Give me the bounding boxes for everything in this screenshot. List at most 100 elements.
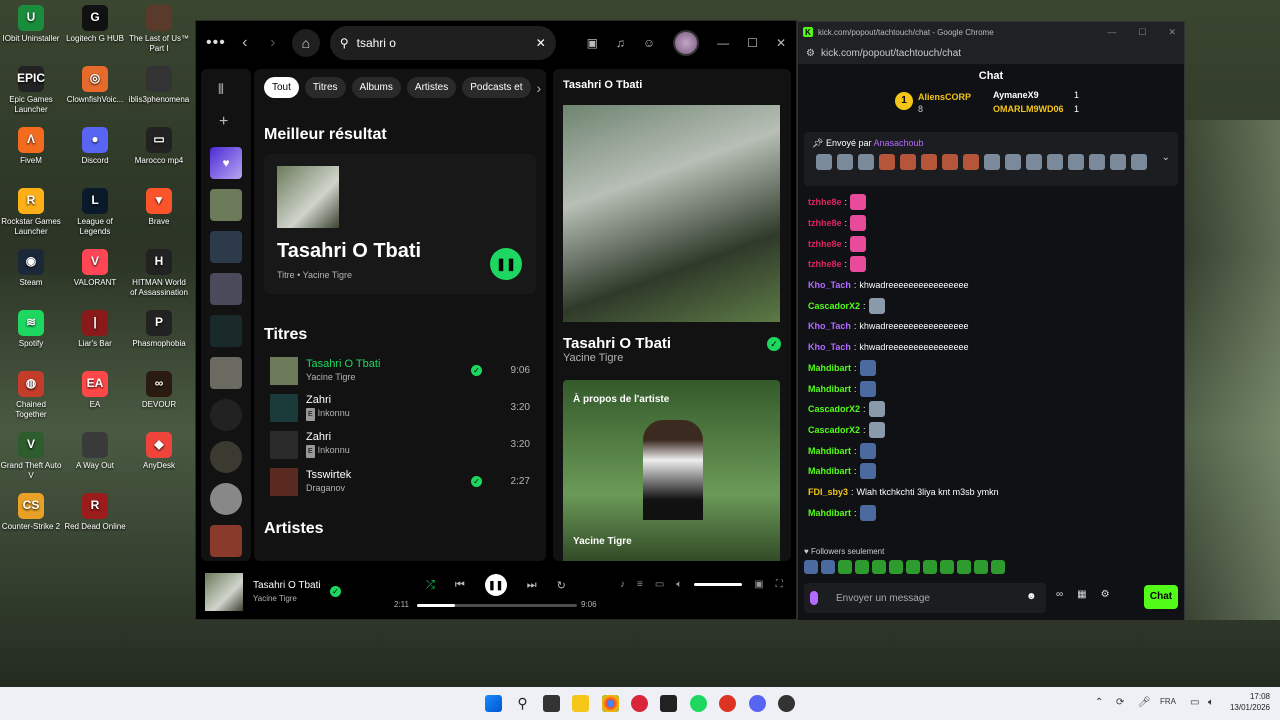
filter-chip[interactable]: Podcasts et (462, 77, 531, 98)
player-artist[interactable]: Yacine Tigre (253, 594, 297, 603)
track-row[interactable]: Tasahri O Tbati Yacine Tigre ✓ 9:06 (254, 352, 546, 389)
file-explorer-icon[interactable] (572, 695, 589, 712)
tools-icon[interactable]: ∞ (1056, 589, 1063, 600)
chat-username[interactable]: Mahdibart (808, 384, 851, 394)
chat-username[interactable]: FDI_sby3 (808, 487, 848, 497)
desktop-icon[interactable]: L League of Legends (64, 188, 126, 236)
desktop-icon[interactable]: H HITMAN World of Assassination (128, 249, 190, 297)
player-title[interactable]: Tasahri O Tbati (253, 580, 321, 591)
plus-icon[interactable]: + (219, 113, 228, 131)
language-indicator[interactable]: FRA (1160, 697, 1176, 706)
app-icon[interactable] (660, 695, 677, 712)
desktop-icon[interactable]: ≋ Spotify (0, 310, 62, 349)
bell-icon[interactable]: ♫ (616, 36, 625, 50)
library-item[interactable] (210, 231, 242, 263)
emote-icon[interactable] (889, 560, 903, 574)
desktop-icon[interactable]: ● Discord (64, 127, 126, 166)
app-icon[interactable] (719, 695, 736, 712)
connect-device-icon[interactable]: ▭ (655, 579, 664, 590)
minimize-icon[interactable]: — (1107, 27, 1116, 38)
next-icon[interactable]: ⏭ (527, 579, 537, 592)
chat-username[interactable]: Mahdibart (808, 466, 851, 476)
desktop-icon[interactable]: CS Counter-Strike 2 (0, 493, 62, 532)
desktop-icon[interactable]: ◍ Chained Together (0, 371, 62, 419)
library-item[interactable] (210, 189, 242, 221)
desktop-icon[interactable]: ▭ Marocco mp4 (128, 127, 190, 166)
chat-username[interactable]: CascadorX2 (808, 425, 860, 435)
queue-icon[interactable]: ≡ (637, 579, 643, 590)
forward-arrow-icon[interactable]: › (264, 34, 282, 52)
desktop-icon[interactable]: G Logitech G HUB (64, 5, 126, 44)
chevron-down-icon[interactable]: ⌄ (1162, 152, 1170, 163)
filter-chip[interactable]: Tout (264, 77, 299, 98)
now-playing-artist[interactable]: Yacine Tigre (563, 352, 781, 364)
filter-chip[interactable]: Artistes (406, 77, 457, 98)
chat-username[interactable]: tzhhe8e (808, 218, 842, 228)
chat-username[interactable]: Kho_Tach (808, 321, 851, 331)
fullscreen-icon[interactable]: ⛶ (776, 579, 783, 590)
emote-icon[interactable] (804, 560, 818, 574)
chrome-icon[interactable] (602, 695, 619, 712)
filter-chip[interactable]: Titres (304, 77, 346, 98)
close-icon[interactable]: ✕ (1168, 27, 1176, 38)
desktop-icon[interactable]: EA EA (64, 371, 126, 410)
search-icon[interactable]: ⚲ (514, 695, 531, 712)
library-icon[interactable]: ⫴ (218, 81, 224, 98)
chat-username[interactable]: tzhhe8e (808, 197, 842, 207)
chat-username[interactable]: CascadorX2 (808, 301, 860, 311)
progress-bar[interactable] (417, 604, 577, 607)
leader-first[interactable]: AliensCORP (918, 92, 971, 102)
emote-icon[interactable] (991, 560, 1005, 574)
chat-username[interactable]: Mahdibart (808, 508, 851, 518)
desktop-icon[interactable]: U IObit Uninstaller (0, 5, 62, 44)
chat-username[interactable]: Kho_Tach (808, 342, 851, 352)
spotify-icon[interactable] (690, 695, 707, 712)
emote-icon[interactable] (872, 560, 886, 574)
sync-icon[interactable]: ⟳ (1116, 697, 1124, 708)
chat-username[interactable]: Mahdibart (808, 446, 851, 456)
player-saved-icon[interactable]: ✓ (330, 586, 341, 597)
emoji-icon[interactable]: ☻ (1026, 591, 1037, 602)
desktop-icon[interactable]: A Way Out (64, 432, 126, 471)
desktop-icon[interactable]: Λ FiveM (0, 127, 62, 166)
avatar[interactable] (673, 30, 700, 56)
player-pause-button[interactable]: ❚❚ (484, 574, 507, 596)
track-row[interactable]: Zahri E Inkonnu 3:20 (254, 426, 546, 463)
best-result-card[interactable]: Tasahri O Tbati Titre • Yacine Tigre ❚❚ (264, 154, 536, 294)
chat-username[interactable]: tzhhe8e (808, 259, 842, 269)
menu-dots-icon[interactable]: ••• (206, 34, 226, 52)
mic-icon[interactable]: 🎤︎ (1138, 697, 1151, 708)
library-item[interactable] (210, 273, 242, 305)
leader-second[interactable]: AymaneX9 (993, 90, 1039, 100)
network-icon[interactable]: ▭ (1190, 697, 1199, 708)
lyrics-icon[interactable]: ♪ (620, 579, 625, 590)
desktop-icon[interactable]: P Phasmophobia (128, 310, 190, 349)
minimize-icon[interactable]: — (717, 36, 729, 50)
maximize-icon[interactable]: ☐ (747, 36, 758, 50)
repeat-icon[interactable]: ↻ (557, 579, 566, 592)
volume-icon[interactable]: 🔈︎ (676, 579, 682, 590)
emote-icon[interactable] (855, 560, 869, 574)
desktop-icon[interactable]: ∞ DEVOUR (128, 371, 190, 410)
desktop-icon[interactable]: R Red Dead Online (64, 493, 126, 532)
desktop-icon[interactable]: ▼ Brave (128, 188, 190, 227)
emote-icon[interactable] (838, 560, 852, 574)
track-artist-name[interactable]: Draganov (306, 483, 345, 493)
desktop-icon[interactable]: iblis3phenomena (128, 66, 190, 105)
site-settings-icon[interactable]: ⚙ (806, 48, 815, 59)
track-artist-name[interactable]: Inkonnu (318, 408, 350, 418)
app-icon[interactable] (631, 695, 648, 712)
library-item[interactable] (210, 525, 242, 557)
friends-icon[interactable]: ☺ (643, 36, 655, 50)
volume-icon[interactable]: 🔈︎ (1208, 697, 1214, 708)
back-arrow-icon[interactable]: ‹ (236, 34, 254, 52)
desktop-icon[interactable]: ◆ AnyDesk (128, 432, 190, 471)
desktop-icon[interactable]: EPIC Epic Games Launcher (0, 66, 62, 114)
shuffle-icon[interactable]: ⤮ (426, 579, 435, 592)
message-input[interactable]: Envoyer un message (804, 583, 1046, 613)
pause-button[interactable]: ❚❚ (490, 248, 522, 280)
track-artist-name[interactable]: Inkonnu (318, 445, 350, 455)
filter-chip[interactable]: Albums (351, 77, 401, 98)
desktop-icon[interactable]: ◉ Steam (0, 249, 62, 288)
chat-username[interactable]: Kho_Tach (808, 280, 851, 290)
